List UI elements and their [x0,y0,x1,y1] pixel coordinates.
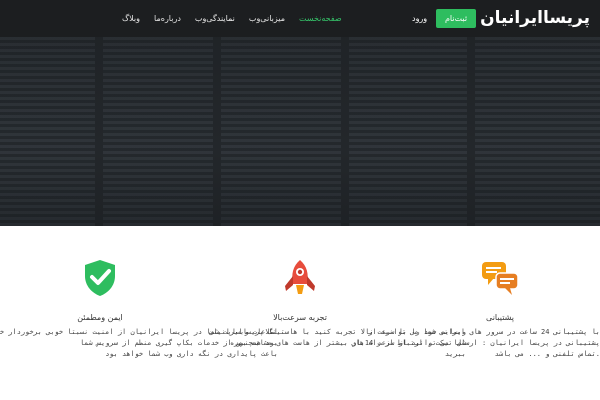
feature-description: اطلاعات وبسایت شما در پریسا ایرانیان از … [0,328,278,358]
feature-title: ایمن ومطمئن [77,313,123,322]
hero-banner [0,37,600,226]
feature-title: پشتیبانی [486,313,514,322]
nav-item-home[interactable]: صفحه‌نخست [299,13,342,27]
nav-item-blog[interactable]: وبلاگ [122,13,140,27]
nav-item-about[interactable]: درباره‌ما [154,13,181,27]
brand-logo[interactable]: پریساایرانیان [480,8,590,28]
signup-button[interactable]: ثبت‌نام [436,9,476,28]
shield-check-icon [85,260,115,296]
feature-speed: تجربه سرعت‌بالا وبسایت خود را با سرعت با… [200,258,466,378]
main-nav: صفحه‌نخست میزبانی‌وب نمایندگی‌وب درباره‌… [122,13,342,27]
feature-title: تجربه سرعت‌بالا [273,313,327,322]
feature-security: ایمن ومطمئن اطلاعات وبسایت شما در پریسا … [0,258,278,378]
hero-overlay [0,37,600,226]
feature-support: پشتیبانی با پشتیبانی 24 ساعت در سرور های… [351,258,600,378]
top-navbar: پریساایرانیان صفحه‌نخست میزبانی‌وب نماین… [0,0,600,37]
login-link[interactable]: ورود [412,13,427,25]
nav-item-reseller[interactable]: نمایندگی‌وب [195,13,235,27]
rocket-icon [285,260,315,294]
chat-icon [482,262,519,295]
nav-item-web-hosting[interactable]: میزبانی‌وب [249,13,285,27]
